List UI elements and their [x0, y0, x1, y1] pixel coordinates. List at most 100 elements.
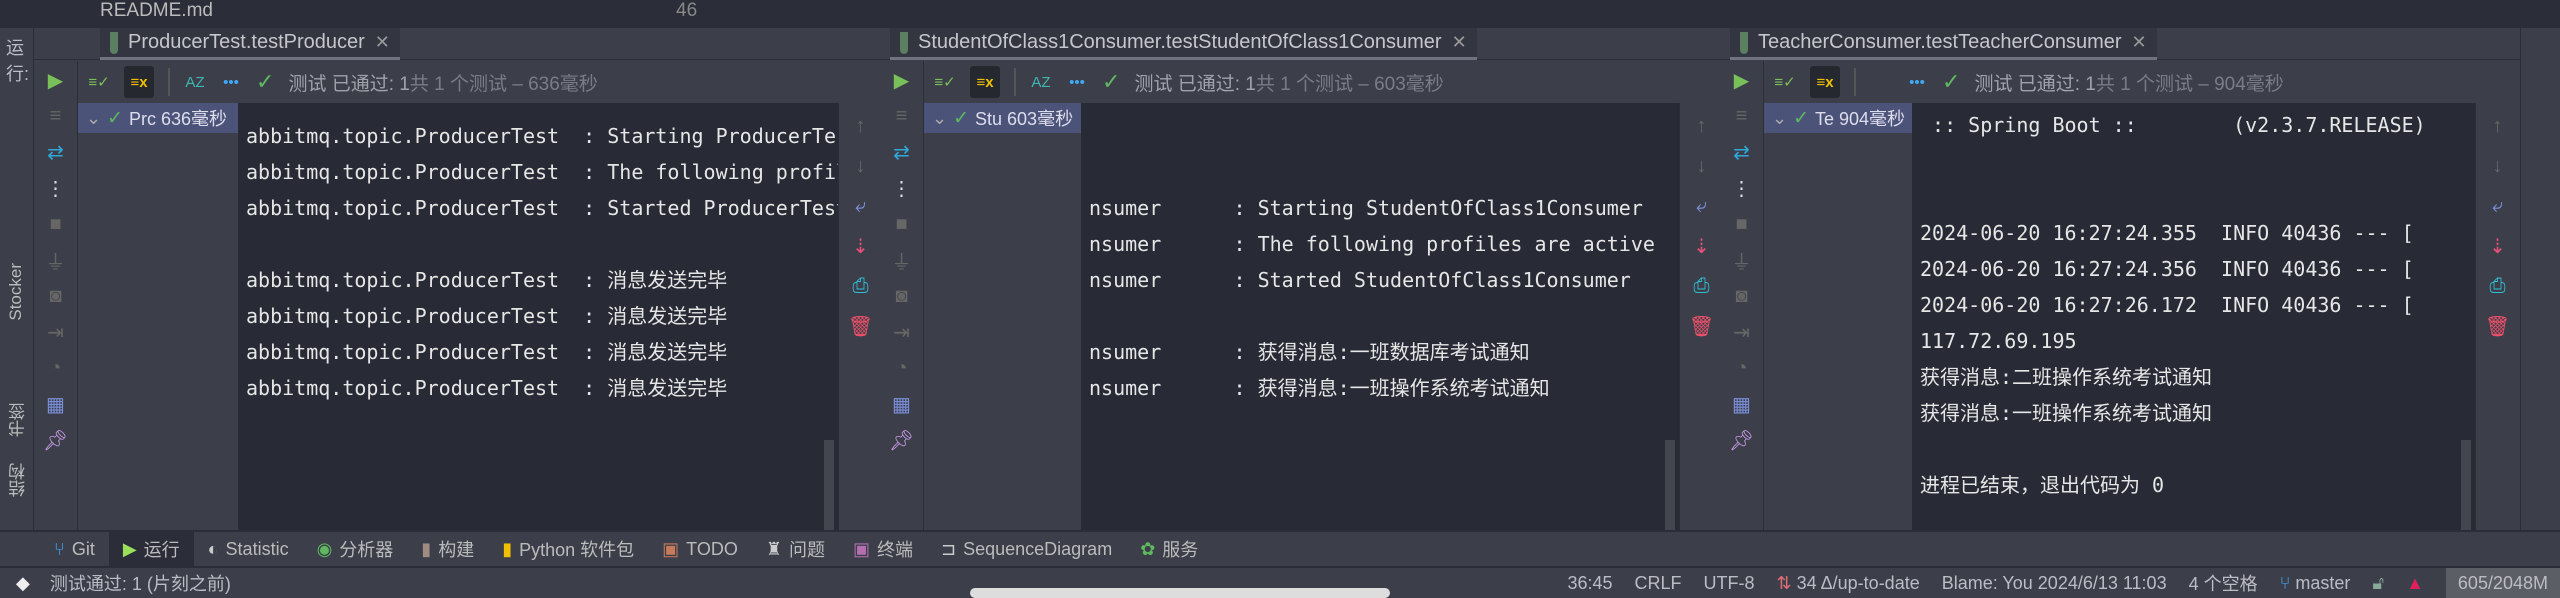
close-icon[interactable]: ✕: [375, 32, 390, 53]
rerun-failed-icon[interactable]: ≡: [43, 103, 69, 129]
caret-position[interactable]: 36:45: [1567, 573, 1612, 594]
pin-icon[interactable]: 📌︎: [889, 427, 915, 453]
bookmarks-tab[interactable]: 书签: [6, 403, 31, 437]
arrow-up-icon[interactable]: ↑: [848, 113, 874, 139]
camera-icon[interactable]: ◙: [1729, 283, 1755, 309]
stop-icon[interactable]: ■: [1729, 211, 1755, 237]
test-tree-node[interactable]: ⌄ ✓ Te 904毫秒: [1764, 103, 1912, 133]
soft-wrap-icon[interactable]: ⤶: [848, 193, 874, 219]
toggle-auto-test-icon[interactable]: ⇄: [1729, 139, 1755, 165]
trash-icon[interactable]: 🗑︎: [1689, 313, 1715, 339]
print-icon[interactable]: ⎙: [2485, 273, 2511, 299]
layout-icon[interactable]: ▦: [43, 391, 69, 417]
sort-alpha-icon[interactable]: AZ: [184, 71, 206, 93]
tool-window-build[interactable]: ▮ 构建: [407, 532, 488, 566]
pin-icon[interactable]: 📌︎: [1729, 427, 1755, 453]
more-icon[interactable]: ⋮: [889, 175, 915, 201]
stop-icon[interactable]: ■: [43, 211, 69, 237]
file-readme[interactable]: README.md: [100, 0, 213, 22]
sort-alpha-icon[interactable]: AZ: [1030, 71, 1052, 93]
structure-tab[interactable]: 结构: [6, 463, 31, 497]
rerun-failed-icon[interactable]: ≡: [889, 103, 915, 129]
toggle-auto-test-icon[interactable]: ⇄: [43, 139, 69, 165]
trash-icon[interactable]: 🗑︎: [848, 313, 874, 339]
run-tab[interactable]: StudentOfClass1Consumer.testStudentOfCla…: [890, 28, 1477, 60]
lock-icon[interactable]: 🔓︎: [2372, 573, 2384, 594]
console-output[interactable]: abbitmq.topic.ProducerTest : Starting Pr…: [238, 103, 838, 530]
tool-window-services[interactable]: ✿ 服务: [1126, 532, 1212, 566]
camera-icon[interactable]: ◙: [889, 283, 915, 309]
test-tree-node[interactable]: ⌄ ✓ Stu 603毫秒: [924, 103, 1081, 133]
soft-wrap-icon[interactable]: ⤶: [1689, 193, 1715, 219]
stocker-tab[interactable]: Stocker: [6, 263, 26, 321]
plug-icon[interactable]: ⏚: [43, 247, 69, 274]
tool-window-run[interactable]: ▶ 运行: [108, 532, 194, 566]
indent[interactable]: 4 个空格: [2189, 570, 2258, 596]
tool-window-problems[interactable]: ♜ 问题: [752, 532, 839, 566]
more-options-icon[interactable]: •••: [1906, 71, 1928, 93]
tool-window-terminal[interactable]: ▣ 终端: [839, 532, 927, 566]
more-options-icon[interactable]: •••: [220, 71, 242, 93]
console-output[interactable]: nsumer : Starting StudentOfClass1Consume…: [1081, 103, 1679, 530]
tool-window-sequence-diagram[interactable]: ⊐ SequenceDiagram: [927, 532, 1126, 566]
exit-icon[interactable]: ⇥: [43, 319, 69, 345]
soft-wrap-icon[interactable]: ⤶: [2485, 193, 2511, 219]
alert-icon[interactable]: ▲: [2406, 573, 2424, 594]
console-scrollbar[interactable]: [2461, 440, 2471, 530]
vcs-status[interactable]: ⇅ 34 Δ/up-to-date: [1777, 573, 1920, 594]
gauge-icon[interactable]: ◔: [1729, 355, 1755, 381]
exit-icon[interactable]: ⇥: [1729, 319, 1755, 345]
stop-icon[interactable]: ■: [889, 211, 915, 237]
print-icon[interactable]: ⎙: [1689, 273, 1715, 299]
close-icon[interactable]: ✕: [1452, 32, 1467, 53]
tool-window-todo[interactable]: ▣ TODO: [648, 532, 752, 566]
show-passed-icon[interactable]: ≡✓: [88, 71, 110, 93]
scroll-to-end-icon[interactable]: ⇣: [848, 233, 874, 259]
layout-icon[interactable]: ▦: [1729, 391, 1755, 417]
arrow-down-icon[interactable]: ↓: [1689, 153, 1715, 179]
rerun-icon[interactable]: ▶: [1729, 67, 1755, 93]
rerun-failed-icon[interactable]: ≡: [1729, 103, 1755, 129]
close-icon[interactable]: ✕: [2132, 32, 2147, 53]
pin-icon[interactable]: 📌︎: [43, 427, 69, 453]
more-icon[interactable]: ⋮: [43, 175, 69, 201]
console-scrollbar[interactable]: [824, 440, 834, 530]
chevron-down-icon[interactable]: ⌄: [1772, 108, 1787, 129]
toggle-auto-test-icon[interactable]: ⇄: [889, 139, 915, 165]
encoding[interactable]: UTF-8: [1704, 573, 1755, 594]
arrow-up-icon[interactable]: ↑: [2485, 113, 2511, 139]
arrow-down-icon[interactable]: ↓: [848, 153, 874, 179]
exit-icon[interactable]: ⇥: [889, 319, 915, 345]
rerun-icon[interactable]: ▶: [889, 67, 915, 93]
tool-window-python-package[interactable]: ▮ Python 软件包: [488, 532, 648, 566]
branch[interactable]: ⑂ master: [2280, 573, 2351, 594]
print-icon[interactable]: ⎙: [848, 273, 874, 299]
layout-icon[interactable]: ▦: [889, 391, 915, 417]
memory-indicator[interactable]: 605/2048M: [2445, 568, 2560, 598]
blame[interactable]: Blame: You 2024/6/13 11:03: [1942, 573, 2167, 594]
line-separator[interactable]: CRLF: [1635, 573, 1682, 594]
run-tab[interactable]: ProducerTest.testProducer ✕: [100, 28, 400, 60]
more-options-icon[interactable]: •••: [1066, 71, 1088, 93]
arrow-up-icon[interactable]: ↑: [1689, 113, 1715, 139]
more-icon[interactable]: ⋮: [1729, 175, 1755, 201]
show-ignored-icon[interactable]: ≡x: [1810, 66, 1840, 98]
show-ignored-icon[interactable]: ≡x: [124, 66, 154, 98]
tool-window-profiler[interactable]: ◉ 分析器: [303, 532, 408, 566]
scroll-to-end-icon[interactable]: ⇣: [1689, 233, 1715, 259]
tool-window-git[interactable]: ⑂ Git: [40, 532, 109, 566]
console-scrollbar[interactable]: [1665, 440, 1675, 530]
horizontal-scrollbar[interactable]: [970, 588, 1390, 598]
rerun-icon[interactable]: ▶: [43, 67, 69, 93]
show-passed-icon[interactable]: ≡✓: [934, 71, 956, 93]
gauge-icon[interactable]: ◔: [889, 355, 915, 381]
chevron-down-icon[interactable]: ⌄: [932, 108, 947, 129]
test-tree-node[interactable]: ⌄ ✓ Prc 636毫秒: [78, 103, 238, 133]
gauge-icon[interactable]: ◔: [43, 355, 69, 381]
chevron-down-icon[interactable]: ⌄: [86, 108, 101, 129]
console-output[interactable]: :: Spring Boot :: (v2.3.7.RELEASE) 2024-0…: [1912, 103, 2475, 530]
trash-icon[interactable]: 🗑︎: [2485, 313, 2511, 339]
run-tab[interactable]: TeacherConsumer.testTeacherConsumer ✕: [1730, 28, 2157, 60]
camera-icon[interactable]: ◙: [43, 283, 69, 309]
plug-icon[interactable]: ⏚: [889, 247, 915, 274]
